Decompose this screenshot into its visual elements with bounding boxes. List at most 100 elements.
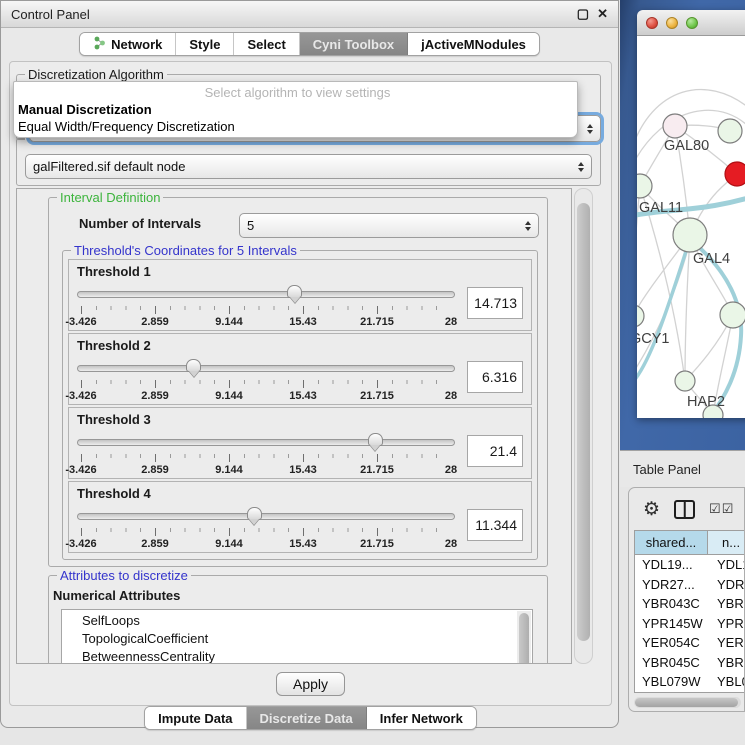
threshold-3-slider[interactable]: -3.426 2.859 9.144 15.43 21.715 28 [77, 433, 455, 477]
threshold-3-value-field[interactable]: 21.4 [467, 435, 523, 467]
table-row[interactable]: YDL19...YDL1 [635, 555, 744, 575]
tab-impute-data[interactable]: Impute Data [145, 707, 246, 729]
table-row[interactable]: YLR345WYLR3 [635, 692, 744, 694]
slider-track[interactable] [77, 291, 455, 298]
list-item[interactable]: SelfLoops [82, 612, 532, 630]
slider-thumb[interactable] [186, 359, 201, 372]
node-partial-top-right[interactable] [718, 119, 742, 143]
tab-label: Network [111, 37, 162, 52]
node-selected-red[interactable] [725, 162, 745, 186]
cell[interactable]: YBL0 [708, 674, 744, 689]
threshold-1-panel: Threshold 1 -3.426 2.859 9.144 1 [68, 259, 532, 331]
cell[interactable]: YPR145W [635, 616, 708, 631]
column-header-shared[interactable]: shared... [635, 531, 708, 554]
table-row[interactable]: YER054CYER0 [635, 633, 744, 653]
node-gal4[interactable] [673, 218, 707, 252]
threshold-2-slider[interactable]: -3.426 2.859 9.144 15.43 21.715 28 [77, 359, 455, 403]
network-canvas[interactable]: GAL80 G C GAL11 GAL4 GCY1 H HAP2 [637, 36, 745, 418]
node-gcy1[interactable] [637, 305, 644, 327]
cell[interactable]: YDR2 [708, 577, 744, 592]
close-traffic-light-icon[interactable] [646, 17, 658, 29]
apply-button[interactable]: Apply [276, 672, 345, 696]
node-label-gal11: GAL11 [639, 200, 683, 216]
dropdown-option-manual[interactable]: Manual Discretization [18, 101, 577, 118]
threshold-4-slider[interactable]: -3.426 2.859 9.144 15.43 21.715 28 [77, 507, 455, 551]
float-window-icon[interactable]: ▢ [577, 6, 589, 22]
zoom-traffic-light-icon[interactable] [686, 17, 698, 29]
cell[interactable]: YER054C [635, 635, 708, 650]
scale-label: 9.144 [215, 390, 243, 402]
close-icon[interactable]: ✕ [597, 6, 608, 22]
scale-label: 21.715 [360, 316, 394, 328]
column-checkboxes-icon[interactable]: ☑☑ [709, 501, 734, 517]
tab-label: Select [247, 37, 285, 52]
table-row[interactable]: YPR145WYPR1 [635, 614, 744, 634]
tab-cyni-toolbox[interactable]: Cyni Toolbox [300, 33, 408, 55]
node-hap2[interactable] [675, 371, 695, 391]
table-data-combobox[interactable]: galFiltered.sif default node [25, 154, 592, 179]
control-panel-titlebar: Control Panel ▢ ✕ [1, 1, 618, 28]
tab-discretize-data[interactable]: Discretize Data [247, 707, 367, 729]
list-item[interactable]: TopologicalCoefficient [82, 630, 532, 648]
cell[interactable]: YBR0 [708, 596, 744, 611]
thresholds-group: Threshold's Coordinates for 5 Intervals … [62, 250, 538, 560]
number-of-intervals-combobox[interactable]: 5 [239, 213, 539, 238]
tab-network[interactable]: Network [80, 33, 176, 55]
numerical-attributes-list[interactable]: SelfLoops TopologicalCoefficient Between… [61, 609, 533, 664]
slider-track[interactable] [77, 513, 455, 520]
cell[interactable]: YDL1 [708, 557, 744, 572]
scale-label: 9.144 [215, 538, 243, 550]
node-partial-right[interactable] [720, 302, 745, 328]
table-row[interactable]: YBR045CYBR0 [635, 653, 744, 673]
tab-infer-network[interactable]: Infer Network [367, 707, 476, 729]
network-graph: GAL80 G C GAL11 GAL4 GCY1 H HAP2 [637, 36, 745, 418]
scale-label: 28 [445, 390, 457, 402]
cell[interactable]: YBR045C [635, 655, 708, 670]
tab-select[interactable]: Select [234, 33, 299, 55]
node-gal80[interactable] [663, 114, 687, 138]
group-label: Discretization Algorithm [25, 67, 167, 82]
tab-style[interactable]: Style [176, 33, 234, 55]
table-panel: ⚙ ☑☑ shared... n... YDL19...YDL1 YDR27..… [628, 487, 745, 712]
node-gal11[interactable] [637, 174, 652, 198]
combo-stepper-icon [572, 162, 584, 172]
slider-track[interactable] [77, 439, 455, 446]
slider-thumb[interactable] [368, 433, 383, 446]
cell[interactable]: YDR27... [635, 577, 708, 592]
control-panel-window: Control Panel ▢ ✕ Network Style Select [0, 0, 619, 728]
gear-icon[interactable]: ⚙ [643, 500, 660, 519]
slider-ticks [81, 454, 451, 462]
list-item[interactable]: BetweennessCentrality [82, 648, 532, 664]
slider-scale: -3.426 2.859 9.144 15.43 21.715 28 [81, 538, 451, 551]
table-horizontal-scrollbar[interactable] [634, 697, 741, 708]
slider-thumb[interactable] [247, 507, 262, 520]
scale-label: 2.859 [141, 390, 169, 402]
table-row[interactable]: YDR27...YDR2 [635, 575, 744, 595]
dropdown-option-equal-width[interactable]: Equal Width/Frequency Discretization [18, 118, 577, 135]
threshold-1-slider[interactable]: -3.426 2.859 9.144 15.43 21.715 28 [77, 285, 455, 329]
cell[interactable]: YDL19... [635, 557, 708, 572]
threshold-2-value-field[interactable]: 6.316 [467, 361, 523, 393]
scale-label: 15.43 [289, 464, 317, 476]
network-view-window: GAL80 G C GAL11 GAL4 GCY1 H HAP2 [637, 10, 745, 418]
slider-thumb[interactable] [287, 285, 302, 298]
threshold-1-value-field[interactable]: 14.713 [467, 287, 523, 319]
cell[interactable]: YER0 [708, 635, 744, 650]
desktop-background: GAL80 G C GAL11 GAL4 GCY1 H HAP2 [620, 0, 745, 450]
minimize-traffic-light-icon[interactable] [666, 17, 678, 29]
table-panel-toolbar: ⚙ ☑☑ [629, 488, 744, 530]
settings-scrollbar[interactable] [574, 188, 593, 664]
cell[interactable]: YBR0 [708, 655, 744, 670]
cell[interactable]: YPR1 [708, 616, 744, 631]
slider-track[interactable] [77, 365, 455, 372]
cell[interactable]: YBL079W [635, 674, 708, 689]
table-row[interactable]: YBL079WYBL0 [635, 672, 744, 692]
table-row[interactable]: YBR043CYBR0 [635, 594, 744, 614]
cell[interactable]: YBR043C [635, 596, 708, 611]
split-table-icon[interactable] [674, 500, 695, 519]
column-header-name[interactable]: n... [708, 531, 744, 554]
list-scrollbar[interactable] [517, 611, 531, 664]
tab-jactivemnodules[interactable]: jActiveMNodules [408, 33, 539, 55]
threshold-4-value-field[interactable]: 11.344 [467, 509, 523, 541]
scale-label: -3.426 [65, 464, 96, 476]
